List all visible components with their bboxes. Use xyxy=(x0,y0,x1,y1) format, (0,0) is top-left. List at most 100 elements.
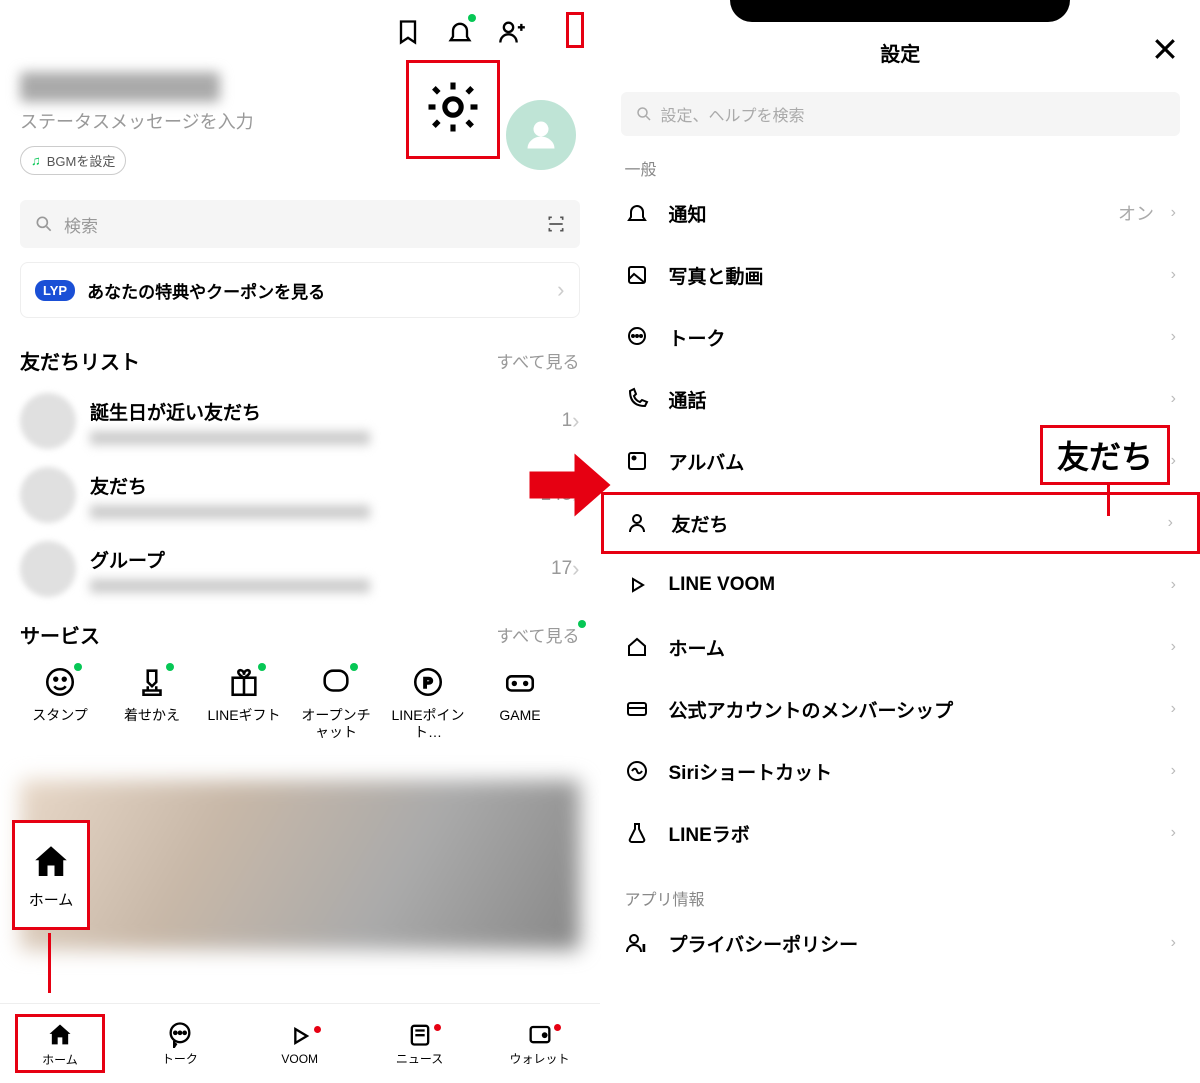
settings-icon-highlight xyxy=(566,12,584,48)
settings-title: 設定 xyxy=(880,38,920,67)
service-points[interactable]: PLINEポイント… xyxy=(388,665,468,741)
gear-icon-large xyxy=(425,122,481,139)
chevron-right-icon: › xyxy=(1171,266,1176,284)
home-icon xyxy=(625,635,649,659)
notch xyxy=(730,0,1070,22)
bgm-chip[interactable]: ♫BGMを設定 xyxy=(20,146,126,175)
profile-area: ステータスメッセージを入力 ♫BGMを設定 xyxy=(20,72,254,175)
tab-news[interactable]: ニュース xyxy=(375,1020,465,1067)
lyp-text: あなたの特典やクーポンを見る xyxy=(87,278,325,303)
red-arrow xyxy=(525,440,615,535)
add-friend-icon[interactable] xyxy=(498,18,526,51)
tab-talk[interactable]: トーク xyxy=(135,1020,225,1067)
svg-text:i: i xyxy=(643,944,645,953)
home-callout: ホーム xyxy=(12,820,90,930)
settings-gear-callout xyxy=(406,60,500,159)
album-icon xyxy=(625,449,649,473)
chevron-right-icon: › xyxy=(557,277,564,303)
bell-icon xyxy=(625,201,649,225)
friend-row-groups[interactable]: グループ 17› xyxy=(20,541,580,597)
avatar-blurred xyxy=(20,393,76,449)
chevron-right-icon: › xyxy=(572,556,579,582)
game-icon xyxy=(503,665,537,699)
chevron-right-icon: › xyxy=(1171,328,1176,346)
section-app-info: アプリ情報 xyxy=(601,884,1200,912)
see-all-services[interactable]: すべて見る xyxy=(496,622,579,647)
talk-icon xyxy=(166,1020,194,1048)
card-icon xyxy=(625,697,649,721)
profile-name-blurred xyxy=(20,72,220,102)
photo-icon xyxy=(625,263,649,287)
friend-row-birthday[interactable]: 誕生日が近い友だち 1› xyxy=(20,393,580,449)
settings-search[interactable]: 設定、ヘルプを検索 xyxy=(621,92,1181,136)
row-privacy[interactable]: iプライバシーポリシー› xyxy=(601,912,1200,974)
friends-title: 友だちリスト xyxy=(20,346,140,375)
tab-wallet[interactable]: ウォレット xyxy=(495,1020,585,1067)
friend-row-friends[interactable]: 友だち 145› xyxy=(20,467,580,523)
services-title: サービス xyxy=(20,620,100,649)
row-notifications[interactable]: 通知オン› xyxy=(601,182,1200,244)
voom-icon xyxy=(286,1022,314,1050)
home-screen: ステータスメッセージを入力 ♫BGMを設定 検索 LYP あなたの特典やクーポン… xyxy=(0,0,601,1083)
chevron-right-icon: › xyxy=(1171,452,1176,470)
row-friends-highlight[interactable]: 友だち› xyxy=(601,492,1200,554)
settings-header: 設定 xyxy=(601,22,1200,82)
bell-icon[interactable] xyxy=(446,18,474,51)
chevron-right-icon: › xyxy=(1168,514,1173,532)
avatar-blurred xyxy=(20,467,76,523)
voom-icon xyxy=(625,573,649,597)
lyp-banner[interactable]: LYP あなたの特典やクーポンを見る › xyxy=(20,262,580,318)
avatar-blurred xyxy=(20,541,76,597)
svg-text:P: P xyxy=(423,676,432,692)
service-stamp[interactable]: スタンプ xyxy=(20,665,100,741)
privacy-icon: i xyxy=(625,931,649,955)
friends-icon xyxy=(628,511,652,535)
row-call[interactable]: 通話› xyxy=(601,368,1200,430)
chevron-right-icon: › xyxy=(1171,390,1176,408)
row-labs[interactable]: LINEラボ› xyxy=(601,802,1200,864)
home-icon xyxy=(46,1021,74,1049)
point-icon: P xyxy=(411,665,445,699)
chevron-right-icon: › xyxy=(1171,934,1176,952)
smiley-icon xyxy=(43,665,77,699)
see-all-friends[interactable]: すべて見る xyxy=(496,348,579,373)
lyp-badge: LYP xyxy=(35,280,75,301)
chevron-right-icon: › xyxy=(1171,576,1176,594)
wallet-icon xyxy=(526,1020,554,1048)
service-gift[interactable]: LINEギフト xyxy=(204,665,284,741)
profile-avatar[interactable] xyxy=(506,100,576,170)
bookmark-icon[interactable] xyxy=(394,18,422,51)
chevron-right-icon: › xyxy=(1171,762,1176,780)
row-voom[interactable]: LINE VOOM› xyxy=(601,554,1200,616)
gift-icon xyxy=(227,665,261,699)
friends-section: 友だちリスト すべて見る 誕生日が近い友だち 1› 友だち 145› グループ … xyxy=(20,346,580,597)
home-icon-large xyxy=(30,841,72,883)
phone-icon xyxy=(625,387,649,411)
talk-icon xyxy=(625,325,649,349)
services-section: サービス すべて見る スタンプ 着せかえ LINEギフト オープンチャット PL… xyxy=(20,620,600,741)
service-game[interactable]: GAME xyxy=(480,665,560,741)
row-membership[interactable]: 公式アカウントのメンバーシップ› xyxy=(601,678,1200,740)
siri-icon xyxy=(625,759,649,783)
search-bar[interactable]: 検索 xyxy=(20,200,580,248)
scan-icon[interactable] xyxy=(546,214,566,234)
row-home[interactable]: ホーム› xyxy=(601,616,1200,678)
row-talk[interactable]: トーク› xyxy=(601,306,1200,368)
row-siri[interactable]: Siriショートカット› xyxy=(601,740,1200,802)
chevron-right-icon: › xyxy=(1171,700,1176,718)
service-openchat[interactable]: オープンチャット xyxy=(296,665,376,741)
section-general: 一般 xyxy=(601,154,1200,182)
search-icon xyxy=(635,105,653,123)
tab-home[interactable]: ホーム xyxy=(15,1014,105,1073)
chat-icon xyxy=(319,665,353,699)
status-message-prompt[interactable]: ステータスメッセージを入力 xyxy=(20,108,254,134)
chevron-right-icon: › xyxy=(1171,824,1176,842)
tab-voom[interactable]: VOOM xyxy=(255,1022,345,1066)
search-icon xyxy=(34,214,54,234)
chevron-right-icon: › xyxy=(1171,638,1176,656)
close-button[interactable] xyxy=(1150,34,1180,69)
service-theme[interactable]: 着せかえ xyxy=(112,665,192,741)
search-placeholder: 検索 xyxy=(64,212,546,237)
row-photos[interactable]: 写真と動画› xyxy=(601,244,1200,306)
promo-banner-blurred[interactable] xyxy=(20,780,580,950)
